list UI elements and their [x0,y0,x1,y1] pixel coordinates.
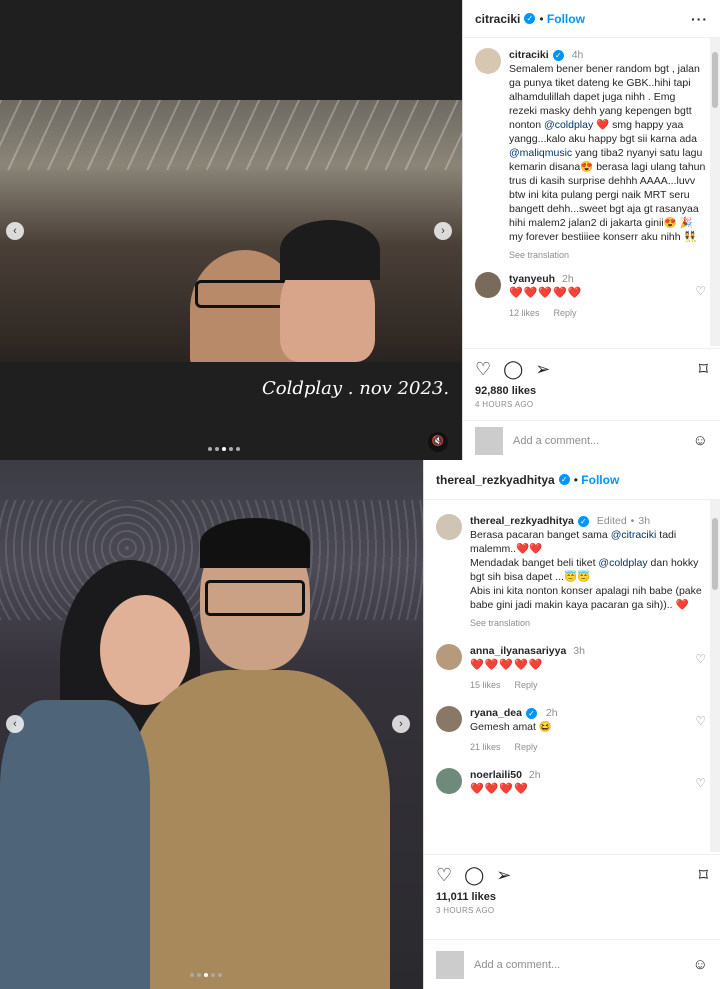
prev-arrow[interactable]: ‹ [6,222,24,240]
action-bar: ♡ ◯ ➢ ⌑ 11,011 likes 3 HOURS AGO [424,854,720,923]
share-icon[interactable]: ➢ [496,865,511,886]
comment: tyanyeuh 2h ❤️❤️❤️❤️❤️ 12 likes Reply ♡ [463,262,720,320]
avatar[interactable] [475,272,501,298]
username[interactable]: thereal_rezkyadhitya [436,473,555,487]
comment-text: ❤️❤️❤️❤️❤️ [509,287,583,299]
follow-button[interactable]: Follow [581,473,619,487]
avatar[interactable] [436,514,462,540]
avatar [475,426,503,455]
caption-text: Berasa pacaran banget sama @citraciki ta… [470,529,702,611]
mention-link[interactable]: @maliqmusic [509,147,572,159]
verified-icon: ✓ [558,474,570,485]
heart-icon[interactable]: ♡ [436,865,452,886]
scrollbar[interactable] [710,500,720,852]
reply-button[interactable]: Reply [515,680,538,690]
caption-edited: Edited [596,515,627,527]
action-bar: ♡ ◯ ➢ ⌑ 92,880 likes 4 HOURS AGO [463,348,720,417]
share-icon[interactable]: ➢ [535,359,550,380]
avatar [436,950,464,979]
post-media[interactable]: ‹ › [0,460,423,989]
verified-icon: ✓ [525,707,537,719]
caption-time: 4h [571,49,584,61]
add-comment-bar: Add a comment... ☺ [424,939,720,989]
verified-icon: ✓ [577,515,589,527]
caption: thereal_rezkyadhitya ✓ Edited • 3h Berasa pa… [424,500,720,630]
caption-text: Semalem bener bener random bgt , jalan g… [509,63,709,243]
post-rezkyadhitya: ‹ › thereal_rezkyadhitya ✓ • Follow ther… [0,460,720,989]
comment-text: Gemesh amat 😆 [470,721,552,733]
carousel-dots [208,447,240,451]
photo-caption: Coldplay . nov 2023. [262,378,450,399]
caption-username[interactable]: thereal_rezkyadhitya [470,515,574,527]
comment: ryana_dea ✓ 2h Gemesh amat 😆 21 likes Repl… [424,692,720,754]
like-comment-icon[interactable]: ♡ [695,652,706,666]
comment-username[interactable]: anna_ilyanasariyya [470,645,566,657]
mention-link[interactable]: @citraciki [611,529,657,541]
mention-link[interactable]: @coldplay [544,119,593,131]
prev-arrow[interactable]: ‹ [6,715,24,733]
comment-time: 2h [562,273,574,285]
caption-time: 3h [638,515,651,527]
caption-username[interactable]: citraciki [509,49,549,61]
post-time: 4 HOURS AGO [475,400,534,409]
comment-likes[interactable]: 15 likes [470,680,501,690]
selfie-photo [0,460,423,989]
post-header: citraciki ✓ • Follow ··· [463,0,720,38]
add-comment-input[interactable]: Add a comment... [474,959,560,971]
bookmark-icon[interactable]: ⌑ [699,359,708,380]
comment-username[interactable]: noerlaili50 [470,769,522,781]
verified-icon: ✓ [552,49,564,61]
reply-button[interactable]: Reply [554,308,577,318]
caption: citraciki ✓ 4h Semalem bener bener random … [463,38,720,262]
comment-likes[interactable]: 21 likes [470,742,501,752]
comment-likes[interactable]: 12 likes [509,308,540,318]
see-translation-link[interactable]: See translation [509,248,706,262]
avatar[interactable] [436,706,462,732]
post-header: thereal_rezkyadhitya ✓ • Follow [424,460,720,500]
bookmark-icon[interactable]: ⌑ [699,865,708,886]
follow-button[interactable]: Follow [547,12,585,26]
mute-icon[interactable]: 🔇 [428,432,448,452]
scrollbar[interactable] [710,38,720,346]
heart-icon[interactable]: ♡ [475,359,491,380]
post-time: 3 HOURS AGO [436,906,495,915]
see-translation-link[interactable]: See translation [470,616,706,630]
concert-photo [0,100,462,362]
like-comment-icon[interactable]: ♡ [695,776,706,790]
next-arrow[interactable]: › [392,715,410,733]
post-citraciki: Coldplay . nov 2023. ‹ › 🔇 citraciki ✓ •… [0,0,720,460]
comment-username[interactable]: tyanyeuh [509,273,555,285]
comment-icon[interactable]: ◯ [464,865,484,886]
comment-time: 2h [528,769,541,781]
comment-text: ❤️❤️❤️❤️❤️ [470,659,544,671]
comment-time: 3h [573,645,585,657]
post-sidebar: thereal_rezkyadhitya ✓ • Follow thereal_… [423,460,720,989]
emoji-icon[interactable]: ☺ [693,432,708,449]
like-comment-icon[interactable]: ♡ [695,714,706,728]
add-comment-bar: Add a comment... ☺ [463,420,720,460]
emoji-icon[interactable]: ☺ [693,956,708,973]
comment: anna_ilyanasariyya 3h ❤️❤️❤️❤️❤️ 15 like… [424,630,720,692]
comment-icon[interactable]: ◯ [503,359,523,380]
like-comment-icon[interactable]: ♡ [695,284,706,298]
post-sidebar: citraciki ✓ • Follow ··· citraciki ✓ 4h Se… [462,0,720,460]
reply-button[interactable]: Reply [515,742,538,752]
username[interactable]: citraciki [475,12,520,26]
more-options-icon[interactable]: ··· [691,11,708,27]
comment-text: ❤️❤️❤️❤️ [470,783,529,795]
likes-count[interactable]: 11,011 likes [436,891,708,903]
comment-time: 2h [545,707,558,719]
verified-icon: ✓ [524,13,536,24]
add-comment-input[interactable]: Add a comment... [513,435,599,447]
comment: noerlaili50 2h ❤️❤️❤️❤️ ♡ [424,754,720,796]
next-arrow[interactable]: › [434,222,452,240]
mention-link[interactable]: @coldplay [598,557,647,569]
likes-count[interactable]: 92,880 likes [475,385,708,397]
avatar[interactable] [436,768,462,794]
carousel-dots [190,973,222,977]
comment-username[interactable]: ryana_dea [470,707,522,719]
avatar[interactable] [475,48,501,74]
post-media[interactable]: Coldplay . nov 2023. ‹ › 🔇 [0,0,462,460]
avatar[interactable] [436,644,462,670]
